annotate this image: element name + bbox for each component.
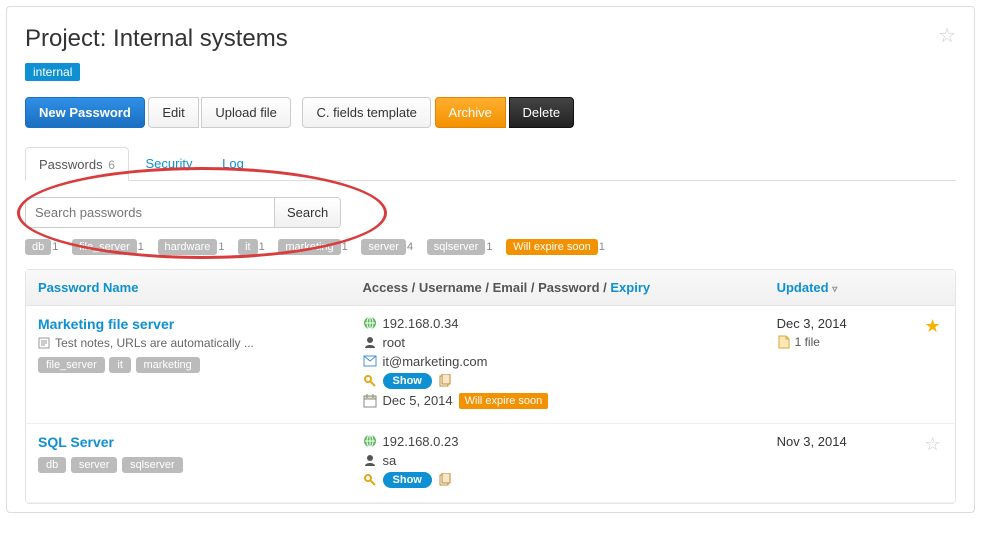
table-row: Marketing file server Test notes, URLs a…	[26, 306, 955, 424]
file-icon	[777, 335, 791, 349]
filter-count: 1	[599, 241, 605, 253]
show-password-button[interactable]: Show	[383, 373, 432, 389]
email-icon	[363, 355, 377, 367]
upload-file-button[interactable]: Upload file	[201, 97, 290, 128]
row-tag[interactable]: marketing	[136, 357, 200, 373]
filter-tag[interactable]: sqlserver	[427, 239, 486, 255]
filter-tag-expire[interactable]: Will expire soon	[506, 239, 598, 255]
expiry-date: Dec 5, 2014	[383, 393, 453, 408]
sort-desc-icon: ▿	[832, 284, 837, 295]
key-icon	[363, 473, 377, 487]
filter-tag[interactable]: hardware	[158, 239, 218, 255]
tab-passwords-label: Passwords	[39, 157, 103, 172]
archive-button[interactable]: Archive	[435, 97, 506, 128]
new-password-button[interactable]: New Password	[25, 97, 145, 128]
filter-count: 1	[342, 241, 348, 253]
username-value: sa	[383, 453, 397, 468]
filter-count: 1	[138, 241, 144, 253]
row-tag[interactable]: file_server	[38, 357, 105, 373]
tab-security[interactable]: Security	[133, 147, 206, 179]
filter-tag[interactable]: db	[25, 239, 51, 255]
globe-icon	[363, 316, 377, 330]
tab-passwords[interactable]: Passwords 6	[25, 147, 129, 181]
updated-value: Nov 3, 2014	[777, 434, 898, 449]
project-tag[interactable]: internal	[25, 63, 80, 81]
custom-fields-template-button[interactable]: C. fields template	[302, 97, 430, 128]
edit-button[interactable]: Edit	[148, 97, 198, 128]
copy-icon[interactable]	[438, 374, 452, 388]
filter-count: 1	[259, 241, 265, 253]
passwords-table: Password Name Access / Username / Email …	[25, 269, 956, 504]
page-title: Project: Internal systems	[25, 25, 956, 53]
search-input[interactable]	[26, 198, 274, 227]
favorite-star-icon[interactable]: ☆	[910, 424, 955, 503]
email-value: it@marketing.com	[383, 354, 488, 369]
updated-value: Dec 3, 2014	[777, 316, 898, 331]
row-tag[interactable]: it	[109, 357, 131, 373]
col-expiry-link[interactable]: Expiry	[610, 280, 650, 295]
row-tag[interactable]: sqlserver	[122, 457, 183, 473]
password-note: Test notes, URLs are automatically ...	[38, 336, 339, 350]
file-attachment[interactable]: 1 file	[777, 335, 820, 349]
search-button[interactable]: Search	[274, 198, 340, 227]
globe-icon	[363, 434, 377, 448]
note-icon	[38, 337, 50, 349]
search-area: Search	[25, 181, 956, 238]
filter-count: 4	[407, 241, 413, 253]
toolbar: New Password Edit Upload file C. fields …	[25, 97, 956, 128]
key-icon	[363, 374, 377, 388]
col-details: Access / Username / Email / Password / E…	[351, 270, 765, 306]
filter-tag[interactable]: marketing	[278, 239, 340, 255]
password-name-link[interactable]: Marketing file server	[38, 316, 174, 332]
project-card: Project: Internal systems ☆ internal New…	[6, 6, 975, 513]
show-password-button[interactable]: Show	[383, 472, 432, 488]
favorite-star-icon[interactable]: ★	[910, 306, 955, 424]
filter-tag[interactable]: server	[361, 239, 406, 255]
filter-tag[interactable]: file_server	[72, 239, 137, 255]
filter-count: 1	[218, 241, 224, 253]
user-icon	[363, 453, 377, 467]
filter-count: 1	[52, 241, 58, 253]
table-row: SQL Server db server sqlserver 192.168.0…	[26, 424, 955, 503]
calendar-icon	[363, 394, 377, 408]
col-updated[interactable]: Updated ▿	[777, 280, 838, 295]
user-icon	[363, 335, 377, 349]
expire-soon-badge: Will expire soon	[459, 393, 549, 409]
row-tag[interactable]: server	[71, 457, 118, 473]
tabs: Passwords 6 Security Log	[25, 146, 956, 181]
filter-tag[interactable]: it	[238, 239, 258, 255]
password-name-link[interactable]: SQL Server	[38, 434, 114, 450]
row-tag[interactable]: db	[38, 457, 66, 473]
tab-passwords-count: 6	[108, 158, 115, 172]
access-value: 192.168.0.34	[383, 316, 459, 331]
copy-icon[interactable]	[438, 473, 452, 487]
col-password-name[interactable]: Password Name	[38, 280, 138, 295]
favorite-project-star-icon[interactable]: ☆	[938, 23, 956, 48]
access-value: 192.168.0.23	[383, 434, 459, 449]
tab-log[interactable]: Log	[209, 147, 257, 179]
filter-tag-row: db1 file_server1 hardware1 it1 marketing…	[25, 238, 956, 269]
delete-button[interactable]: Delete	[509, 97, 575, 128]
username-value: root	[383, 335, 405, 350]
filter-count: 1	[486, 241, 492, 253]
